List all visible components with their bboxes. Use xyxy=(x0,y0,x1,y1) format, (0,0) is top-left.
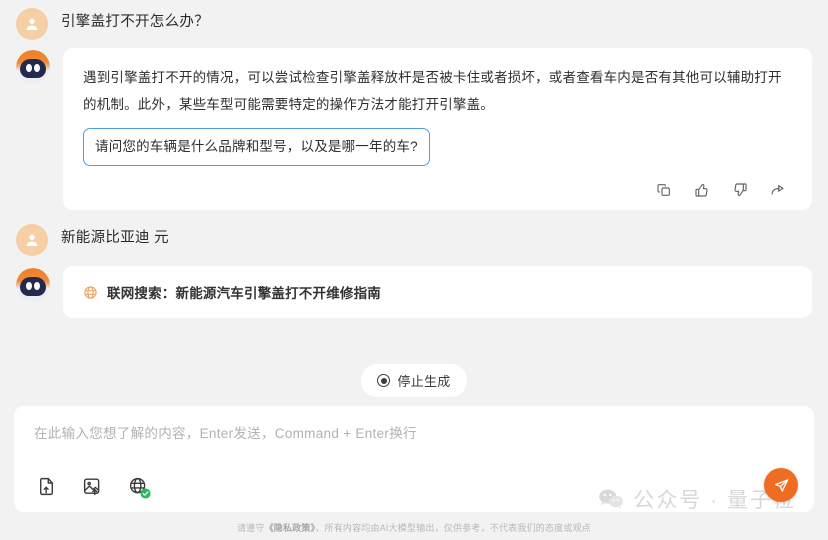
message-actions xyxy=(83,180,792,200)
send-icon xyxy=(774,478,788,492)
avatar-user xyxy=(16,224,48,256)
web-search-toggle-icon[interactable] xyxy=(126,474,151,499)
globe-icon xyxy=(84,285,97,299)
check-badge-icon xyxy=(140,488,151,499)
footer-suffix: ，所有内容均由AI大模型输出，仅供参考，不代表我们的态度或观点 xyxy=(315,523,592,533)
message-user-text: 引擎盖打不开怎么办？ xyxy=(61,14,209,30)
avatar-user xyxy=(16,8,48,40)
web-search-status: 联网搜索：新能源汽车引擎盖打不开维修指南 xyxy=(83,282,792,302)
assistant-bubble: 遇到引擎盖打不开的情况，可以尝试检查引擎盖释放杆是否被卡住或者损坏，或者查看车内… xyxy=(63,48,812,210)
message-user-text: 新能源比亚迪 元 xyxy=(61,230,169,246)
message-composer[interactable]: 在此输入您想了解的内容，Enter发送，Command + Enter换行 xyxy=(14,406,814,512)
message-user-2: 新能源比亚迪 元 xyxy=(16,222,812,256)
assistant-search-bubble: 联网搜索：新能源汽车引擎盖打不开维修指南 xyxy=(63,266,812,318)
bot-eye-left xyxy=(26,282,32,290)
chat-input[interactable]: 在此输入您想了解的内容，Enter发送，Command + Enter换行 xyxy=(34,424,794,444)
share-icon[interactable] xyxy=(768,180,788,200)
bot-face xyxy=(20,277,46,296)
bot-eye-right xyxy=(34,64,40,72)
stop-generating-label: 停止生成 xyxy=(397,374,451,389)
thumbs-down-icon[interactable] xyxy=(730,180,750,200)
assistant-paragraph: 遇到引擎盖打不开的情况，可以尝试检查引擎盖释放杆是否被卡住或者损坏，或者查看车内… xyxy=(83,70,782,112)
message-user-1: 引擎盖打不开怎么办？ xyxy=(16,6,812,40)
bot-eye-right xyxy=(34,282,40,290)
footer-disclaimer: 请遵守《隐私政策》，所有内容均由AI大模型输出，仅供参考，不代表我们的态度或观点 xyxy=(0,521,828,534)
person-icon xyxy=(26,18,38,30)
image-upload-icon[interactable] xyxy=(80,474,104,498)
bot-eye-left xyxy=(26,64,32,72)
stop-generating-button[interactable]: 停止生成 xyxy=(361,364,467,397)
message-assistant-1: 遇到引擎盖打不开的情况，可以尝试检查引擎盖释放杆是否被卡住或者损坏，或者查看车内… xyxy=(16,48,812,210)
avatar-assistant xyxy=(16,50,50,84)
web-search-label: 联网搜索：新能源汽车引擎盖打不开维修指南 xyxy=(107,286,381,301)
stop-generating-wrap: 停止生成 xyxy=(0,364,828,397)
stop-record-icon xyxy=(377,374,391,387)
person-icon xyxy=(26,234,38,246)
file-upload-icon[interactable] xyxy=(34,474,58,498)
bot-face xyxy=(20,59,46,78)
chat-app: 引擎盖打不开怎么办？ 遇到引擎盖打不开的情况，可以尝试检查引擎盖释放杆是否被卡住… xyxy=(0,0,828,540)
assistant-followup-text: 请问您的车辆是什么品牌和型号，以及是哪一年的车? xyxy=(95,139,418,154)
copy-icon[interactable] xyxy=(654,180,674,200)
assistant-followup-highlight: 请问您的车辆是什么品牌和型号，以及是哪一年的车? xyxy=(83,128,430,166)
send-button[interactable] xyxy=(764,468,798,502)
thumbs-up-icon[interactable] xyxy=(692,180,712,200)
composer-tools xyxy=(34,474,151,499)
privacy-policy-link[interactable]: 《隐私政策》 xyxy=(265,523,316,533)
footer-prefix: 请遵守 xyxy=(236,523,265,533)
message-assistant-2: 联网搜索：新能源汽车引擎盖打不开维修指南 xyxy=(16,266,812,318)
conversation-list: 引擎盖打不开怎么办？ 遇到引擎盖打不开的情况，可以尝试检查引擎盖释放杆是否被卡住… xyxy=(0,0,828,400)
avatar-assistant xyxy=(16,268,50,302)
